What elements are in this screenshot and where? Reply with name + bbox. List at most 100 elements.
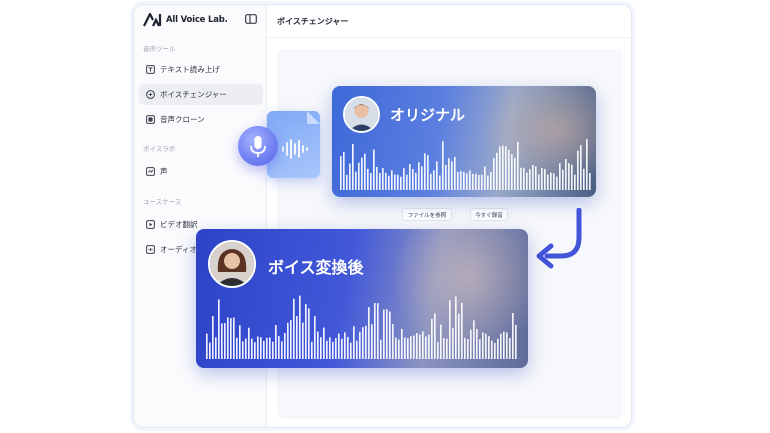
record-now-button[interactable]: 今すぐ録音 (470, 208, 508, 221)
waveform-bar (418, 162, 420, 190)
waveform-bar (293, 298, 295, 359)
section-label-use-cases: ユースケース (143, 198, 182, 206)
waveform-bar (427, 155, 429, 190)
brand-name: All Voice Lab. (166, 15, 228, 25)
waveform-bar (565, 159, 567, 190)
waveform-bar (514, 157, 516, 190)
voice-clone-icon (146, 115, 155, 124)
converted-label: ボイス変換後 (268, 258, 364, 277)
waveform-bar (434, 313, 436, 359)
voice-icon (146, 167, 155, 176)
waveform-bar (346, 174, 348, 190)
waveform-bar (275, 325, 277, 359)
waveform-bar (464, 337, 466, 359)
waveform-bar (215, 337, 217, 359)
waveform-bar (353, 326, 355, 359)
waveform-bar (406, 174, 408, 190)
waveform-bar (284, 333, 286, 359)
waveform-bar (305, 304, 307, 359)
waveform-bar (431, 318, 433, 359)
waveform-bar (452, 327, 454, 359)
waveform-bar (391, 170, 393, 190)
waveform-bar (358, 162, 360, 190)
waveform-bar (467, 339, 469, 359)
waveform-bar (458, 313, 460, 359)
waveform-bar (485, 333, 487, 359)
waveform-bar (484, 166, 486, 190)
waveform-bar (449, 300, 451, 359)
waveform-bar (272, 341, 274, 359)
waveform-bar (382, 168, 384, 190)
waveform-bar (509, 338, 511, 359)
audio-icon (146, 245, 155, 254)
waveform-bar (586, 139, 588, 190)
waveform-bar (439, 175, 441, 190)
waveform-bar (466, 173, 468, 190)
waveform-bar (419, 334, 421, 359)
waveform-bar (568, 163, 570, 190)
waveform-bar (538, 174, 540, 190)
waveform-bar (296, 316, 298, 359)
sidebar-item-label: テキスト読み上げ (160, 65, 220, 74)
waveform-bar (416, 333, 418, 359)
waveform-bar (251, 338, 253, 359)
waveform-bar (260, 337, 262, 359)
waveform-bar (340, 156, 342, 190)
waveform-bar (490, 172, 492, 190)
sidebar-item-label: ボイスチェンジャー (160, 90, 227, 99)
waveform-bar (227, 317, 229, 359)
waveform-bar (308, 308, 310, 359)
waveform-bar (461, 302, 463, 359)
waveform-bar (571, 164, 573, 190)
brand-logo-icon (143, 13, 162, 27)
waveform-bar (547, 174, 549, 190)
waveform-bar (457, 171, 459, 190)
waveform-bar (230, 318, 232, 359)
waveform-bar (359, 331, 361, 359)
waveform-bar (493, 158, 495, 190)
waveform-bar (269, 337, 271, 359)
waveform-bar (496, 152, 498, 190)
sidebar-item-voice-changer[interactable]: ボイスチェンジャー (139, 84, 263, 105)
waveform-bar (415, 172, 417, 190)
waveform-bar (209, 342, 211, 359)
waveform-bar (263, 340, 265, 359)
waveform-bar (506, 332, 508, 359)
waveform-bar (433, 170, 435, 190)
section-label-voice-lab: ボイスラボ (143, 145, 176, 153)
sidebar-collapse-icon[interactable] (245, 14, 257, 24)
waveform-bar (343, 151, 345, 190)
waveform-bar (488, 336, 490, 359)
waveform-bar (392, 323, 394, 359)
waveform-bar (320, 337, 322, 359)
section-label-audio-tools: 音声ツール (143, 45, 176, 53)
waveform-bar (500, 333, 502, 359)
waveform-bar (409, 164, 411, 190)
waveform-bar (332, 341, 334, 359)
waveform-bar (446, 338, 448, 359)
waveform-bar (206, 333, 208, 359)
sidebar-item-label: 声 (160, 167, 168, 176)
waveform-bar (299, 295, 301, 359)
waveform-bar (281, 341, 283, 359)
waveform-bar (401, 328, 403, 359)
waveform-bar (491, 340, 493, 359)
waveform-bar (218, 299, 220, 359)
waveform-bar (421, 166, 423, 190)
waveform-bar (379, 173, 381, 190)
waveform-bar (499, 146, 501, 190)
waveform-bar (574, 174, 576, 190)
waveform-bar (287, 322, 289, 359)
waveform-bar (212, 316, 214, 359)
waveform-bar (290, 320, 292, 359)
browse-file-button[interactable]: ファイルを参照 (402, 208, 452, 221)
sidebar-item-text-to-speech[interactable]: テキスト読み上げ (139, 59, 263, 80)
waveform-bar (451, 161, 453, 190)
waveform-bar (553, 173, 555, 190)
video-translate-icon (146, 220, 155, 229)
page-title: ボイスチェンジャー (277, 17, 349, 26)
waveform-bar (383, 309, 385, 359)
waveform-bar (442, 141, 444, 190)
waveform-bar (469, 170, 471, 190)
waveform-bar (388, 175, 390, 190)
